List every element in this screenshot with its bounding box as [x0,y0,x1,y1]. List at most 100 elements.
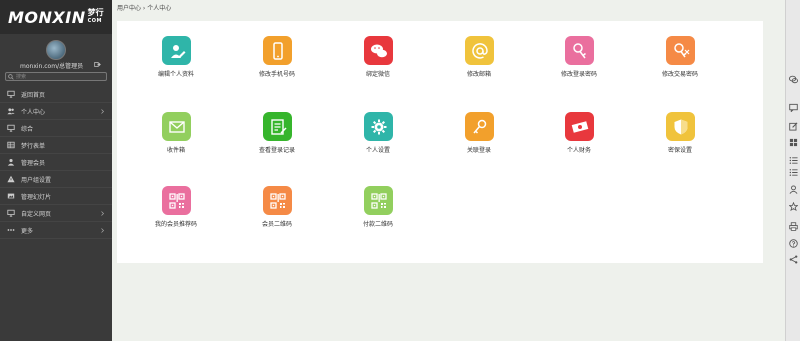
tile-icon-box [565,112,594,141]
logo-cn: 梦行 COM [87,8,104,25]
function-tile[interactable]: 编辑个人资料 [136,21,216,81]
tile-icon-box [263,36,292,65]
sidebar-item-label: 用户组设置 [21,176,52,184]
function-tile[interactable]: 密保设置 [640,97,720,157]
monitor-icon [7,90,15,98]
money-icon [571,120,588,133]
tile-icon-box [666,112,695,141]
sidebar-item-label: 梦行表单 [21,142,46,150]
function-tile[interactable]: 修改邮箱 [439,21,519,81]
phone-icon [272,41,283,60]
shield-icon [674,119,687,134]
qrcode-icon [370,192,387,209]
sidebar-item[interactable]: 管理会员 [0,154,112,171]
monitor-icon [7,209,15,217]
tile-label: 关联登录 [466,147,491,154]
search-icon[interactable] [8,74,14,80]
tile-label: 收件箱 [166,147,185,154]
chat-icon[interactable] [789,75,798,84]
sidebar-item[interactable]: 综合 [0,120,112,137]
logout-icon[interactable] [94,61,101,68]
more-icon [7,229,15,231]
key-icon [673,42,689,57]
logo-text: MONXIN [8,7,86,27]
tile-icon-box [263,112,292,141]
tile-label: 绑定微信 [365,71,390,78]
tile-label: 查看登录记录 [258,147,295,154]
edit-icon[interactable] [789,122,798,131]
wechat-icon [370,44,387,57]
list-icon[interactable] [789,168,798,177]
tile-label: 修改交易密码 [661,71,698,78]
tile-icon-box [263,186,292,215]
tile-label: 会员二维码 [261,221,292,228]
sidebar-item-label: 综合 [21,125,34,133]
logo[interactable]: MONXIN 梦行 COM [0,0,112,34]
sidebar-item[interactable]: 个人中心 [0,103,112,120]
tile-icon-box [162,36,191,65]
sidebar-item-label: 管理会员 [21,159,46,167]
function-tile[interactable]: 修改手机号码 [237,21,317,81]
function-tile[interactable]: 个人设置 [338,97,418,157]
monitor-icon [7,124,15,132]
tile-label: 修改登录密码 [560,71,597,78]
gear-icon [371,119,386,134]
function-tile[interactable]: 绑定微信 [338,21,418,81]
tile-icon-box [565,36,594,65]
grid-icon[interactable] [789,138,798,147]
function-tile[interactable]: 付款二维码 [338,171,418,231]
function-tile[interactable]: 我的会员推荐码 [136,171,216,231]
list-icon[interactable] [789,156,798,165]
key-user-icon [572,42,586,58]
function-tile[interactable]: 修改交易密码 [640,21,720,81]
print-icon[interactable] [789,222,798,231]
sidebar-item[interactable]: 更多 [0,222,112,239]
user-icon[interactable] [789,185,798,194]
chevron-right-icon [101,228,104,233]
sidebar-item[interactable]: 自定义网页 [0,205,112,222]
table-icon [7,141,15,149]
sidebar-item[interactable]: 用户组设置 [0,171,112,188]
tile-label: 付款二维码 [362,221,393,228]
function-tile[interactable]: 关联登录 [439,97,519,157]
function-tile[interactable]: 查看登录记录 [237,97,317,157]
function-tile[interactable]: 个人财务 [539,97,619,157]
tile-label: 个人设置 [365,147,390,154]
star-icon[interactable] [789,202,798,211]
tile-icon-box [162,186,191,215]
tile-label: 修改邮箱 [466,71,491,78]
user-area: monxin.com/总管理员 [0,34,112,72]
mail-icon [168,120,185,133]
user-name[interactable]: monxin.com/总管理员 [20,61,83,70]
sidebar-item-label: 管理幻灯片 [21,193,52,201]
warning-icon [7,175,15,183]
user-icon [7,158,15,166]
sidebar-item-label: 更多 [21,227,34,235]
right-toolbar [785,0,800,341]
search-input[interactable] [16,73,104,80]
function-tile[interactable]: 会员二维码 [237,171,317,231]
users-icon [7,108,15,115]
tile-icon-box [465,36,494,65]
tile-icon-box [364,186,393,215]
tile-icon-box [364,36,393,65]
function-tile[interactable]: 收件箱 [136,97,216,157]
sidebar-item-label: 返回首页 [21,91,46,99]
breadcrumb[interactable]: 用户中心 › 个人中心 [117,3,171,12]
message-icon[interactable] [789,103,798,112]
share-icon[interactable] [789,255,798,264]
function-tile[interactable]: 修改登录密码 [539,21,619,81]
tile-icon-box [465,112,494,141]
chevron-right-icon [101,109,104,114]
avatar[interactable] [46,40,66,60]
tile-icon-box [364,112,393,141]
sidebar: MONXIN 梦行COM monxin.com/总管理员 返回首页个人中心综合梦… [0,0,112,341]
sidebar-item[interactable]: 返回首页 [0,86,112,103]
image-icon [7,193,15,199]
help-icon[interactable] [789,239,798,248]
tile-label: 我的会员推荐码 [154,221,197,228]
tile-label: 修改手机号码 [258,71,295,78]
qrcode-icon [269,192,286,209]
sidebar-item[interactable]: 管理幻灯片 [0,188,112,205]
sidebar-item[interactable]: 梦行表单 [0,137,112,154]
